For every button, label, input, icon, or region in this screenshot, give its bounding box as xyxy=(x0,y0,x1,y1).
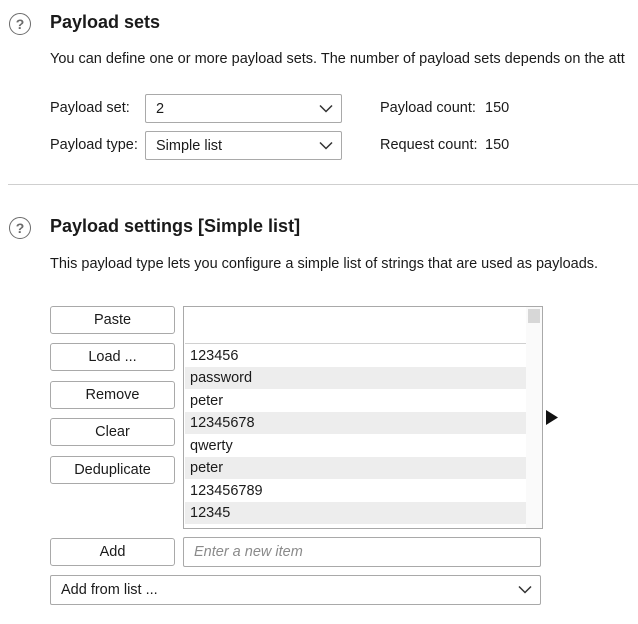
list-item[interactable]: 123456789 xyxy=(185,480,526,502)
payload-list[interactable]: 123456 password peter 12345678 qwerty pe… xyxy=(183,306,543,529)
list-item[interactable]: 123456 xyxy=(185,345,526,367)
play-arrow-icon[interactable] xyxy=(546,410,558,425)
payload-type-label: Payload type: xyxy=(50,137,138,153)
list-item[interactable]: password xyxy=(185,367,526,389)
list-item[interactable]: peter xyxy=(185,457,526,479)
new-item-input[interactable]: Enter a new item xyxy=(183,537,541,567)
payload-count-label: Payload count: xyxy=(380,100,476,116)
clear-button[interactable]: Clear xyxy=(50,418,175,446)
help-icon[interactable]: ? xyxy=(9,217,31,239)
list-item[interactable]: qwerty xyxy=(185,435,526,457)
payload-set-value: 2 xyxy=(156,100,165,117)
list-item[interactable]: peter xyxy=(185,390,526,412)
payload-sets-title: Payload sets xyxy=(50,12,161,32)
request-count-label: Request count: xyxy=(380,137,478,153)
payload-type-select[interactable]: Simple list xyxy=(145,131,342,160)
payload-count-value: 150 xyxy=(485,100,510,116)
load-button[interactable]: Load ... xyxy=(50,343,175,371)
scrollbar-thumb[interactable] xyxy=(528,309,540,323)
payload-type-value: Simple list xyxy=(156,137,223,154)
add-from-list-select[interactable]: Add from list ... xyxy=(50,575,541,605)
payload-set-select[interactable]: 2 xyxy=(145,94,342,123)
deduplicate-button[interactable]: Deduplicate xyxy=(50,456,175,484)
payload-set-label: Payload set: xyxy=(50,100,130,116)
chevron-down-icon xyxy=(319,104,333,113)
request-count-value: 150 xyxy=(485,137,510,153)
payload-sets-description: You can define one or more payload sets.… xyxy=(50,51,625,67)
remove-button[interactable]: Remove xyxy=(50,381,175,409)
help-icon[interactable]: ? xyxy=(9,13,31,35)
list-header xyxy=(185,308,526,344)
paste-button[interactable]: Paste xyxy=(50,306,175,334)
payload-settings-description: This payload type lets you configure a s… xyxy=(50,256,599,272)
chevron-down-icon xyxy=(319,141,333,150)
list-item[interactable]: 12345678 xyxy=(185,412,526,434)
list-scrollbar[interactable] xyxy=(526,307,542,528)
add-from-list-label: Add from list ... xyxy=(61,582,158,598)
add-button[interactable]: Add xyxy=(50,538,175,566)
new-item-placeholder: Enter a new item xyxy=(194,544,303,560)
section-divider xyxy=(8,184,638,185)
list-item[interactable]: 12345 xyxy=(185,502,526,524)
payload-settings-title: Payload settings [Simple list] xyxy=(50,216,301,236)
chevron-down-icon xyxy=(518,585,532,594)
